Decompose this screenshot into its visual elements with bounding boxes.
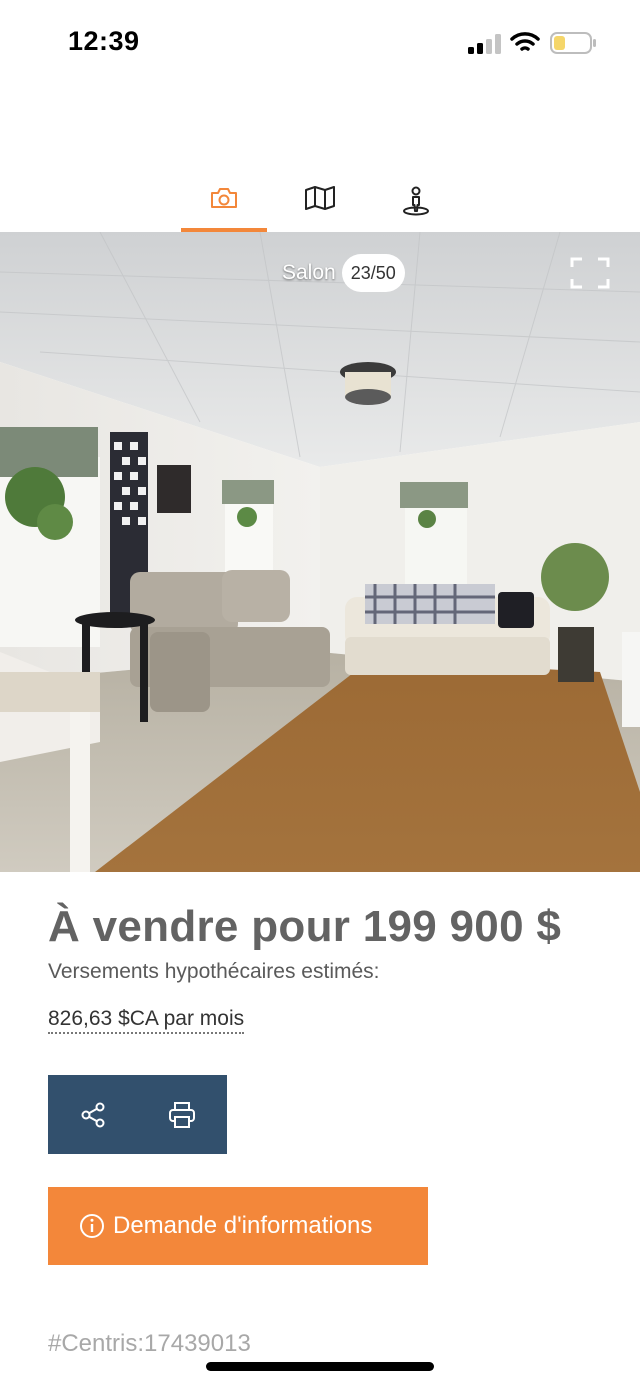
request-information-label: Demande d'informations bbox=[113, 1212, 373, 1239]
mortgage-label: Versements hypothécaires estimés: bbox=[48, 960, 380, 983]
status-bar: 12:39 bbox=[0, 0, 640, 90]
battery-low-icon bbox=[550, 32, 596, 54]
cellular-signal-icon bbox=[468, 34, 501, 54]
listing-photo[interactable]: Salon 23/50 bbox=[0, 232, 640, 872]
request-information-button[interactable]: Demande d'informations bbox=[48, 1187, 428, 1265]
media-tabs bbox=[0, 180, 640, 232]
info-icon bbox=[80, 1214, 104, 1238]
photo-caption: Salon 23/50 bbox=[282, 250, 405, 296]
share-button[interactable] bbox=[48, 1075, 137, 1154]
camera-icon bbox=[211, 188, 237, 208]
status-time: 12:39 bbox=[68, 26, 140, 56]
fullscreen-icon[interactable] bbox=[568, 255, 612, 291]
share-icon bbox=[81, 1102, 104, 1127]
living-room-photo bbox=[0, 232, 640, 872]
photo-room-label: Salon bbox=[282, 261, 336, 284]
tab-photos[interactable] bbox=[181, 180, 267, 232]
home-indicator bbox=[206, 1362, 434, 1371]
listing-price: À vendre pour 199 900 $ bbox=[48, 902, 562, 951]
centris-id: #Centris:17439013 bbox=[48, 1330, 251, 1357]
print-icon bbox=[168, 1101, 195, 1128]
photo-counter: 23/50 bbox=[341, 254, 405, 292]
wifi-icon bbox=[510, 32, 540, 51]
map-icon bbox=[305, 186, 335, 210]
action-bar bbox=[48, 1075, 227, 1154]
print-button[interactable] bbox=[137, 1075, 226, 1154]
mortgage-value-link[interactable]: 826,63 $CA par mois bbox=[48, 1007, 245, 1034]
street-view-icon bbox=[403, 186, 429, 216]
tab-street-view[interactable] bbox=[373, 180, 459, 232]
tab-map[interactable] bbox=[277, 180, 363, 232]
